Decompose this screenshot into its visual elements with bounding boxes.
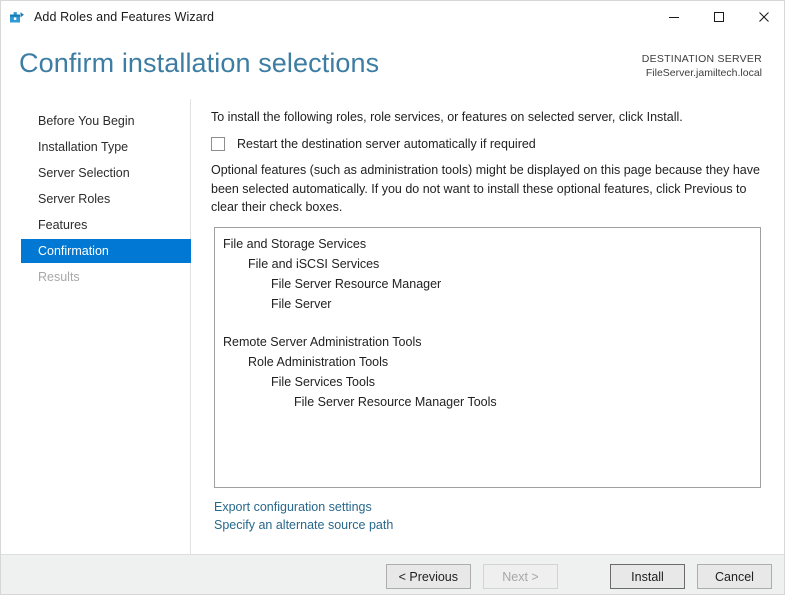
tree-item-file-services-tools: File Services Tools	[271, 375, 375, 389]
page-header: Confirm installation selections DESTINAT…	[1, 33, 784, 99]
wizard-step-sidebar: Before You Begin Installation Type Serve…	[1, 99, 191, 554]
selections-list-box[interactable]: File and Storage Services File and iSCSI…	[214, 227, 761, 488]
close-icon[interactable]	[741, 1, 784, 33]
specify-alternate-source-path-link[interactable]: Specify an alternate source path	[214, 517, 393, 535]
add-roles-features-wizard-window: Add Roles and Features Wizard Confirm in…	[0, 0, 785, 595]
sidebar-item-installation-type[interactable]: Installation Type	[1, 135, 191, 159]
restart-checkbox-label: Restart the destination server automatic…	[237, 137, 536, 151]
previous-button[interactable]: < Previous	[385, 564, 471, 589]
action-links: Export configuration settings Specify an…	[214, 499, 393, 535]
selections-tree: File and Storage Services File and iSCSI…	[215, 228, 760, 412]
tree-item-file-server-resource-manager: File Server Resource Manager	[271, 277, 442, 291]
tree-item-role-administration-tools: Role Administration Tools	[248, 355, 389, 369]
tree-item-file-server-resource-manager-tools: File Server Resource Manager Tools	[294, 395, 497, 409]
window-title: Add Roles and Features Wizard	[34, 10, 215, 24]
sidebar-item-results: Results	[38, 270, 80, 284]
wizard-step-list: Before You Begin Installation Type Serve…	[1, 109, 191, 291]
intro-text: To install the following roles, role ser…	[211, 110, 683, 124]
sidebar-item-features[interactable]: Features	[1, 213, 191, 237]
next-button: Next >	[483, 564, 558, 589]
restart-checkbox[interactable]	[211, 137, 225, 151]
page-title: Confirm installation selections	[19, 48, 380, 78]
sidebar-item-server-selection[interactable]: Server Selection	[1, 161, 191, 185]
tree-group-separator	[215, 314, 760, 332]
export-configuration-settings-link[interactable]: Export configuration settings	[214, 499, 393, 517]
sidebar-item-before-you-begin[interactable]: Before You Begin	[1, 109, 191, 133]
wizard-button-bar: < Previous Next > Install Cancel	[385, 564, 772, 589]
cancel-button[interactable]: Cancel	[697, 564, 772, 589]
maximize-icon[interactable]	[696, 1, 741, 33]
tree-item-remote-server-administration-tools: Remote Server Administration Tools	[223, 335, 422, 349]
minimize-icon[interactable]	[651, 1, 696, 33]
footer-bar: < Previous Next > Install Cancel	[1, 554, 784, 594]
destination-server-label: DESTINATION SERVER	[641, 53, 762, 65]
tree-item-file-server: File Server	[271, 297, 332, 311]
window-controls	[651, 1, 784, 33]
destination-server-name: FileServer.jamiltech.local	[645, 67, 762, 80]
title-bar: Add Roles and Features Wizard	[1, 1, 784, 33]
main-content: To install the following roles, role ser…	[192, 99, 784, 554]
tree-item-file-and-iscsi-services: File and iSCSI Services	[248, 257, 380, 271]
sidebar-item-server-roles[interactable]: Server Roles	[1, 187, 191, 211]
optional-features-note: Optional features (such as administratio…	[211, 163, 760, 214]
sidebar-item-confirmation[interactable]: Confirmation	[21, 239, 191, 263]
restart-checkbox-row[interactable]: Restart the destination server automatic…	[211, 137, 536, 151]
tree-item-file-and-storage-services: File and Storage Services	[223, 237, 367, 251]
destination-server-block: DESTINATION SERVER FileServer.jamiltech.…	[642, 52, 762, 80]
wizard-toolbox-icon	[8, 8, 26, 26]
install-button[interactable]: Install	[610, 564, 685, 589]
